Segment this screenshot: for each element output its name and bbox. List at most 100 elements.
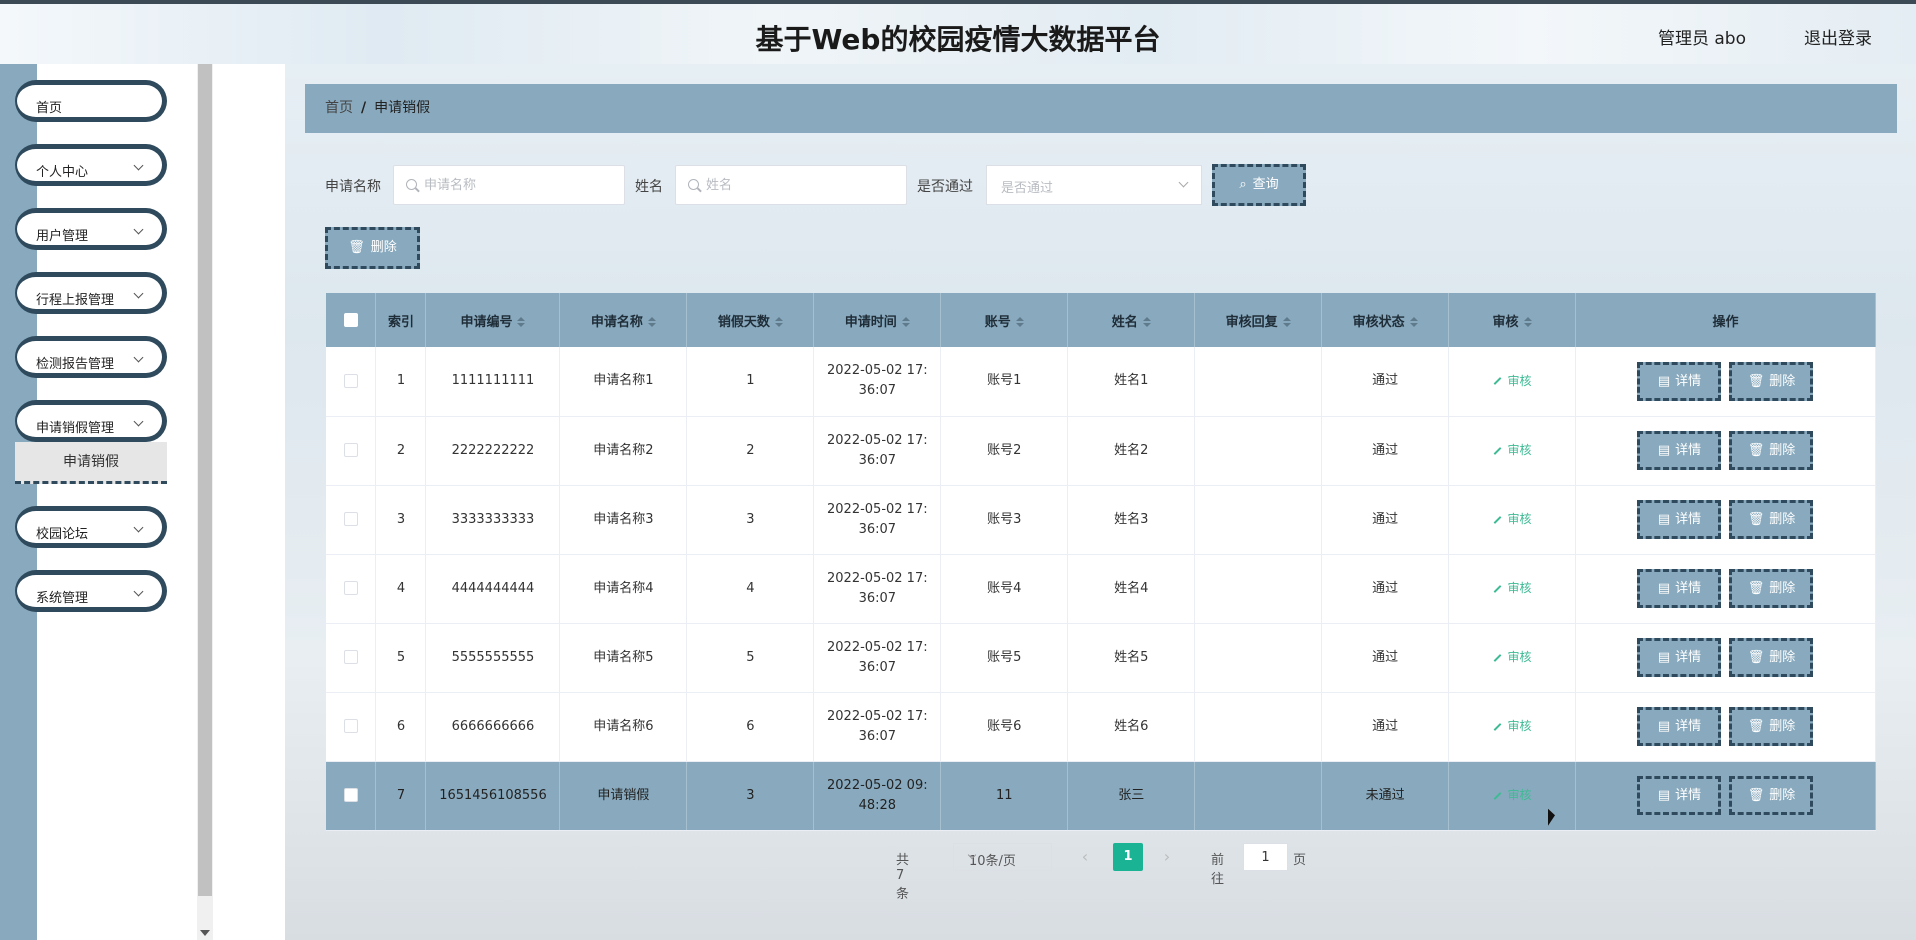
cell-audit: 审核 bbox=[1448, 692, 1576, 762]
detail-button[interactable]: ▤ 详情 bbox=[1637, 638, 1722, 677]
row-checkbox[interactable] bbox=[343, 650, 358, 664]
col-code[interactable]: 申请编号 bbox=[425, 293, 561, 347]
table-row[interactable]: 2 2222222222 申请名称2 2 2022-05-02 17: 36:07 账号2 姓… bbox=[326, 416, 1877, 486]
row-select-cell[interactable] bbox=[326, 692, 377, 762]
row-checkbox[interactable] bbox=[343, 443, 358, 457]
cell-days: 1 bbox=[686, 347, 815, 417]
sidebar-subitem-leave-cancel[interactable]: 申请销假 bbox=[15, 442, 167, 484]
table-row[interactable]: 6 6666666666 申请名称6 6 2022-05-02 17: 36:07 账号6 姓… bbox=[326, 692, 1877, 762]
search-xingming-label: 姓名 bbox=[635, 179, 663, 195]
col-account[interactable]: 账号 bbox=[940, 293, 1069, 347]
row-select-cell[interactable] bbox=[326, 623, 377, 693]
row-delete-button[interactable]: 🗑 删除 bbox=[1729, 431, 1814, 470]
audit-link[interactable]: 审核 bbox=[1493, 443, 1532, 457]
row-delete-button[interactable]: 🗑 删除 bbox=[1729, 707, 1814, 746]
next-page-button[interactable]: › bbox=[1153, 843, 1181, 871]
audit-link[interactable]: 审核 bbox=[1493, 650, 1532, 664]
sort-icon[interactable] bbox=[647, 317, 656, 327]
detail-button-label: 详情 bbox=[1675, 788, 1702, 803]
audit-link[interactable]: 审核 bbox=[1493, 581, 1532, 595]
search-passed-select[interactable]: 是否通过 bbox=[986, 165, 1202, 205]
sidebar-item-user-management[interactable]: 用户管理 bbox=[15, 208, 167, 250]
batch-delete-button[interactable]: 🗑 删除 bbox=[325, 227, 420, 269]
sidebar-item-home[interactable]: 首页 bbox=[15, 80, 167, 122]
col-xingming[interactable]: 姓名 bbox=[1067, 293, 1196, 347]
row-delete-label: 删除 bbox=[1769, 788, 1796, 803]
row-select-cell[interactable] bbox=[326, 761, 377, 831]
sort-icon[interactable] bbox=[1142, 317, 1151, 327]
sort-icon[interactable] bbox=[774, 317, 783, 327]
search-name-field[interactable] bbox=[393, 165, 625, 205]
prev-page-button[interactable]: ‹ bbox=[1071, 843, 1099, 871]
row-checkbox[interactable] bbox=[343, 373, 358, 388]
scrollbar-thumb[interactable] bbox=[198, 64, 212, 896]
sidebar-item-leave-cancel[interactable]: 申请销假管理 bbox=[15, 400, 167, 442]
sidebar-scrollbar[interactable] bbox=[197, 64, 213, 940]
col-status[interactable]: 审核状态 bbox=[1321, 293, 1450, 347]
sort-icon[interactable] bbox=[517, 317, 526, 327]
sidebar-item-trip-report[interactable]: 行程上报管理 bbox=[15, 272, 167, 314]
select-all-checkbox[interactable] bbox=[343, 313, 358, 327]
detail-button[interactable]: ▤ 详情 bbox=[1637, 569, 1722, 608]
query-button[interactable]: ⌕ 查询 bbox=[1212, 164, 1306, 206]
row-select-cell[interactable] bbox=[326, 554, 377, 624]
detail-button[interactable]: ▤ 详情 bbox=[1637, 431, 1722, 470]
row-delete-button[interactable]: 🗑 删除 bbox=[1729, 500, 1814, 539]
audit-link[interactable]: 审核 bbox=[1493, 512, 1532, 526]
page-number-current[interactable]: 1 bbox=[1113, 843, 1143, 871]
search-name-input[interactable] bbox=[424, 175, 604, 195]
cell-ops: ▤ 详情 🗑 删除 bbox=[1575, 623, 1877, 693]
logout-link[interactable]: 退出登录 bbox=[1804, 24, 1872, 49]
sort-icon[interactable] bbox=[1282, 317, 1291, 327]
detail-button[interactable]: ▤ 详情 bbox=[1637, 361, 1722, 401]
audit-link[interactable]: 审核 bbox=[1493, 788, 1532, 802]
table-row[interactable]: 7 1651456108556 申请销假 3 2022-05-02 09: 48:28 11… bbox=[326, 761, 1877, 831]
cell-index: 1 bbox=[375, 347, 427, 417]
search-xingming-field[interactable] bbox=[675, 165, 907, 205]
row-select-cell[interactable] bbox=[326, 485, 377, 555]
sort-icon[interactable] bbox=[901, 317, 910, 327]
row-checkbox[interactable] bbox=[343, 581, 358, 595]
audit-link[interactable]: 审核 bbox=[1493, 719, 1532, 733]
col-audit[interactable]: 审核 bbox=[1448, 293, 1576, 347]
row-checkbox[interactable] bbox=[343, 788, 358, 802]
select-all-cell[interactable] bbox=[326, 293, 377, 347]
row-delete-button[interactable]: 🗑 删除 bbox=[1729, 361, 1814, 401]
sort-icon[interactable] bbox=[1523, 317, 1532, 327]
row-select-cell[interactable] bbox=[326, 347, 377, 417]
page-size-select[interactable]: 10条/页 bbox=[953, 843, 1052, 871]
detail-button[interactable]: ▤ 详情 bbox=[1637, 776, 1722, 815]
table-row[interactable]: 3 3333333333 申请名称3 3 2022-05-02 17: 36:07 账号3 姓… bbox=[326, 485, 1877, 555]
detail-button[interactable]: ▤ 详情 bbox=[1637, 707, 1722, 746]
row-delete-button[interactable]: 🗑 删除 bbox=[1729, 569, 1814, 608]
scroll-down-icon[interactable] bbox=[200, 930, 210, 936]
table-row[interactable]: 1 1111111111 申请名称1 1 2022-05-02 17: 36:07 账号1 姓… bbox=[326, 347, 1877, 417]
col-time[interactable]: 申请时间 bbox=[813, 293, 942, 347]
batch-delete-label: 删除 bbox=[370, 240, 397, 255]
col-name[interactable]: 申请名称 bbox=[559, 293, 688, 347]
audit-link-label: 审核 bbox=[1507, 719, 1532, 733]
breadcrumb-home[interactable]: 首页 bbox=[325, 100, 353, 116]
sort-icon[interactable] bbox=[1409, 317, 1418, 327]
sort-icon[interactable] bbox=[1015, 317, 1024, 327]
detail-button[interactable]: ▤ 详情 bbox=[1637, 500, 1722, 539]
audit-link[interactable]: 审核 bbox=[1493, 374, 1532, 388]
sidebar-item-system[interactable]: 系统管理 bbox=[15, 570, 167, 612]
search-icon bbox=[688, 179, 699, 190]
cell-reply bbox=[1194, 554, 1323, 624]
table-row[interactable]: 4 4444444444 申请名称4 4 2022-05-02 17: 36:07 账号4 姓… bbox=[326, 554, 1877, 624]
sidebar-item-campus-forum[interactable]: 校园论坛 bbox=[15, 506, 167, 548]
row-delete-button[interactable]: 🗑 删除 bbox=[1729, 638, 1814, 677]
detail-button-label: 详情 bbox=[1675, 650, 1702, 665]
row-checkbox[interactable] bbox=[343, 719, 358, 733]
row-checkbox[interactable] bbox=[343, 512, 358, 526]
row-delete-button[interactable]: 🗑 删除 bbox=[1729, 776, 1814, 815]
goto-page-input[interactable] bbox=[1243, 843, 1288, 871]
sidebar-item-personal-center[interactable]: 个人中心 bbox=[15, 144, 167, 186]
col-days[interactable]: 销假天数 bbox=[686, 293, 815, 347]
sidebar-item-test-report[interactable]: 检测报告管理 bbox=[15, 336, 167, 378]
row-select-cell[interactable] bbox=[326, 416, 377, 486]
search-xingming-input[interactable] bbox=[706, 175, 886, 195]
table-row[interactable]: 5 5555555555 申请名称5 5 2022-05-02 17: 36:07 账号5 姓… bbox=[326, 623, 1877, 693]
col-reply[interactable]: 审核回复 bbox=[1194, 293, 1323, 347]
